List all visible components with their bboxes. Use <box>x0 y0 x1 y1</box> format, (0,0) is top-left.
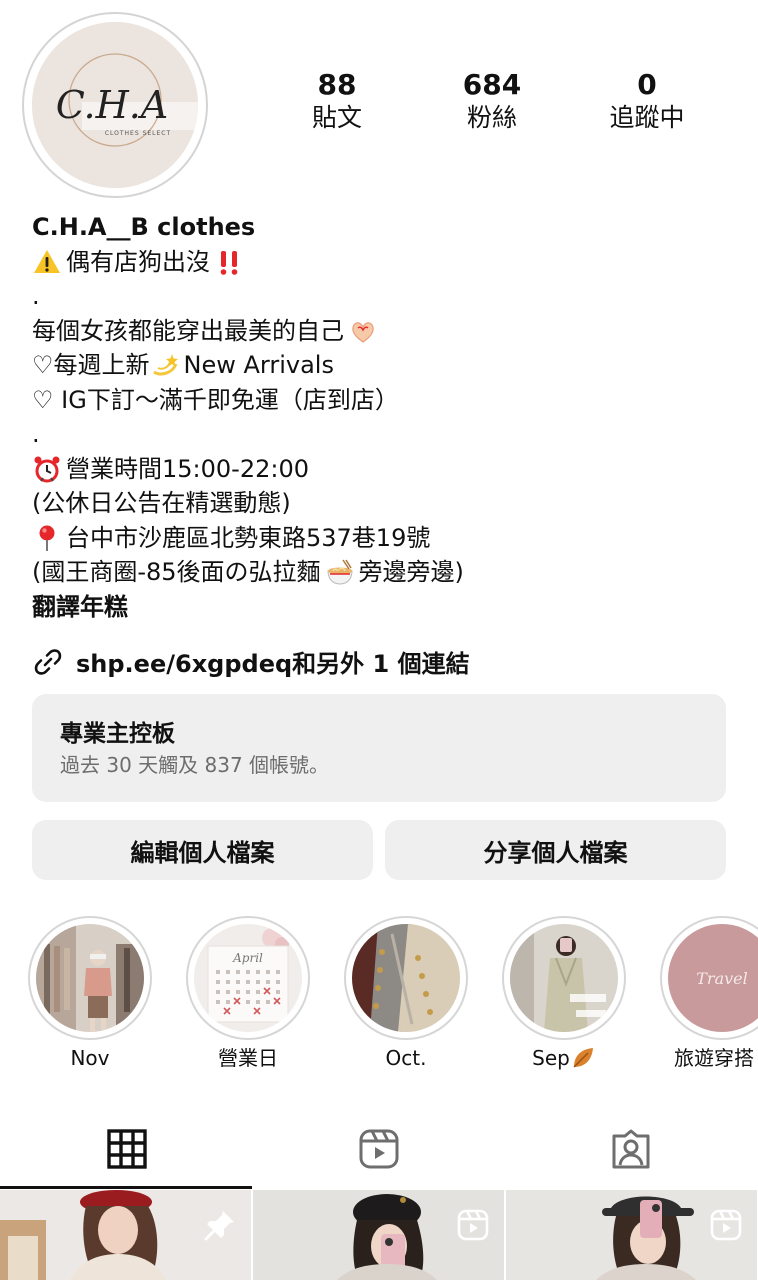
post-thumbnail[interactable] <box>253 1190 504 1280</box>
reels-badge-icon <box>457 1209 489 1241</box>
profile-name: C.H.A__B clothes <box>32 213 256 241</box>
bio-line: 營業時間15:00-22:00 <box>32 452 732 487</box>
following-count: 0 <box>637 68 657 101</box>
highlight-label: 營業日 <box>218 1046 278 1070</box>
bio-text-8a: (國王商圈-85後面の弘拉麵 <box>32 558 321 586</box>
alarm-clock-icon <box>34 456 60 483</box>
highlight-ring <box>502 916 626 1040</box>
highlight-cover <box>352 924 460 1032</box>
highlight-item[interactable]: Nov <box>28 916 152 1072</box>
bio-line: 每個女孩都能穿出最美的自己 <box>32 314 732 349</box>
edit-profile-button[interactable]: 編輯個人檔案 <box>32 820 373 880</box>
bio-text-8b: 旁邊旁邊) <box>358 558 464 586</box>
profile-bio: C.H.A__B clothes 偶有店狗出沒 . 每個女孩都能穿出最美的自己 … <box>32 210 732 624</box>
following-label: 追蹤中 <box>609 103 685 132</box>
pin-icon <box>204 1211 234 1241</box>
external-link[interactable]: shp.ee/6xgpdeq和另外 1 個連結 <box>32 644 470 679</box>
translate-link[interactable]: 翻譯年糕 <box>32 590 732 625</box>
tab-posts[interactable] <box>106 1128 148 1170</box>
following-stat[interactable]: 0 追蹤中 <box>572 68 722 134</box>
post-thumbnail[interactable] <box>506 1190 757 1280</box>
bio-text-7: 台中市沙鹿區北勢東路537巷19號 <box>66 523 431 552</box>
bio-text-1: 偶有店狗出沒 <box>66 247 210 276</box>
bio-text-5: 營業時間15:00-22:00 <box>66 454 309 483</box>
calendar-title: April <box>232 951 263 965</box>
highlight-item[interactable]: Oct. <box>344 916 468 1072</box>
bio-line: ♡每週上新 New Arrivals <box>32 348 732 383</box>
heart-hands-icon <box>352 321 374 343</box>
bio-dot: . <box>32 282 40 310</box>
dashboard-subtitle: 過去 30 天觸及 837 個帳號。 <box>60 753 330 777</box>
travel-text: Travel <box>696 969 747 988</box>
followers-label: 粉絲 <box>466 103 517 132</box>
noodle-bowl-icon <box>327 559 353 585</box>
followers-count: 684 <box>462 68 522 101</box>
warning-icon <box>34 249 60 273</box>
fallen-leaf-icon <box>573 1048 593 1068</box>
posts-label: 貼文 <box>311 103 362 132</box>
reels-icon <box>359 1129 399 1169</box>
posts-stat[interactable]: 88 貼文 <box>262 68 412 134</box>
tagged-icon <box>612 1129 650 1169</box>
highlight-cover: Travel <box>668 924 758 1032</box>
highlight-label-text: Sep <box>532 1046 570 1070</box>
profile-stats: 88 貼文 684 粉絲 0 追蹤中 <box>262 68 722 134</box>
bio-line: (國王商圈-85後面の弘拉麵 旁邊旁邊) <box>32 555 732 590</box>
active-tab-indicator <box>0 1186 252 1189</box>
highlight-ring <box>344 916 468 1040</box>
bio-text-3a: ♡每週上新 <box>32 351 150 379</box>
highlight-item[interactable]: Sep <box>502 916 626 1072</box>
highlight-ring: April <box>186 916 310 1040</box>
dizzy-icon <box>152 354 178 376</box>
bio-line: 台中市沙鹿區北勢東路537巷19號 <box>32 521 732 556</box>
highlight-ring <box>28 916 152 1040</box>
posts-count: 88 <box>317 68 357 101</box>
highlight-cover <box>36 924 144 1032</box>
highlight-item[interactable]: April 營業日 <box>186 916 310 1072</box>
professional-dashboard[interactable]: 專業主控板 過去 30 天觸及 837 個帳號。 <box>32 694 726 802</box>
double-exclamation-icon <box>220 250 238 275</box>
profile-tabs <box>0 1110 758 1190</box>
bio-line: 偶有店狗出沒 <box>32 245 732 280</box>
bio-dot: . <box>32 420 40 448</box>
highlight-label: Sep <box>502 1044 626 1072</box>
highlight-cover: April <box>194 924 302 1032</box>
share-profile-button[interactable]: 分享個人檔案 <box>385 820 726 880</box>
bio-text-6: (公休日公告在精選動態) <box>32 489 291 517</box>
post-thumbnail[interactable] <box>0 1190 251 1280</box>
bio-text-3b: New Arrivals <box>183 351 334 379</box>
highlight-ring: Travel <box>660 916 758 1040</box>
highlight-item[interactable]: Travel 旅遊穿搭 <box>660 916 758 1072</box>
grid-icon <box>107 1129 147 1169</box>
reels-badge-icon <box>710 1209 742 1241</box>
profile-avatar[interactable]: C.H.A CLOTHES SELECT <box>22 12 208 198</box>
bio-text-4: ♡ IG下訂～滿千即免運（店到店） <box>32 385 399 414</box>
logo-text: C.H.A <box>56 83 168 127</box>
highlight-label: 旅遊穿搭 <box>674 1046 754 1070</box>
logo-image: C.H.A CLOTHES SELECT <box>32 22 198 188</box>
pushpin-icon <box>39 525 55 551</box>
followers-stat[interactable]: 684 粉絲 <box>417 68 567 134</box>
tab-tagged[interactable] <box>610 1128 652 1170</box>
highlight-label: Oct. <box>385 1046 427 1070</box>
highlight-cover <box>510 924 618 1032</box>
tab-reels[interactable] <box>358 1128 400 1170</box>
logo-subtext: CLOTHES SELECT <box>105 130 171 137</box>
link-text: shp.ee/6xgpdeq和另外 1 個連結 <box>76 650 470 678</box>
bio-text-2: 每個女孩都能穿出最美的自己 <box>32 316 344 345</box>
highlight-label: Nov <box>70 1046 110 1070</box>
link-icon <box>34 648 62 675</box>
dashboard-title: 專業主控板 <box>60 721 175 747</box>
